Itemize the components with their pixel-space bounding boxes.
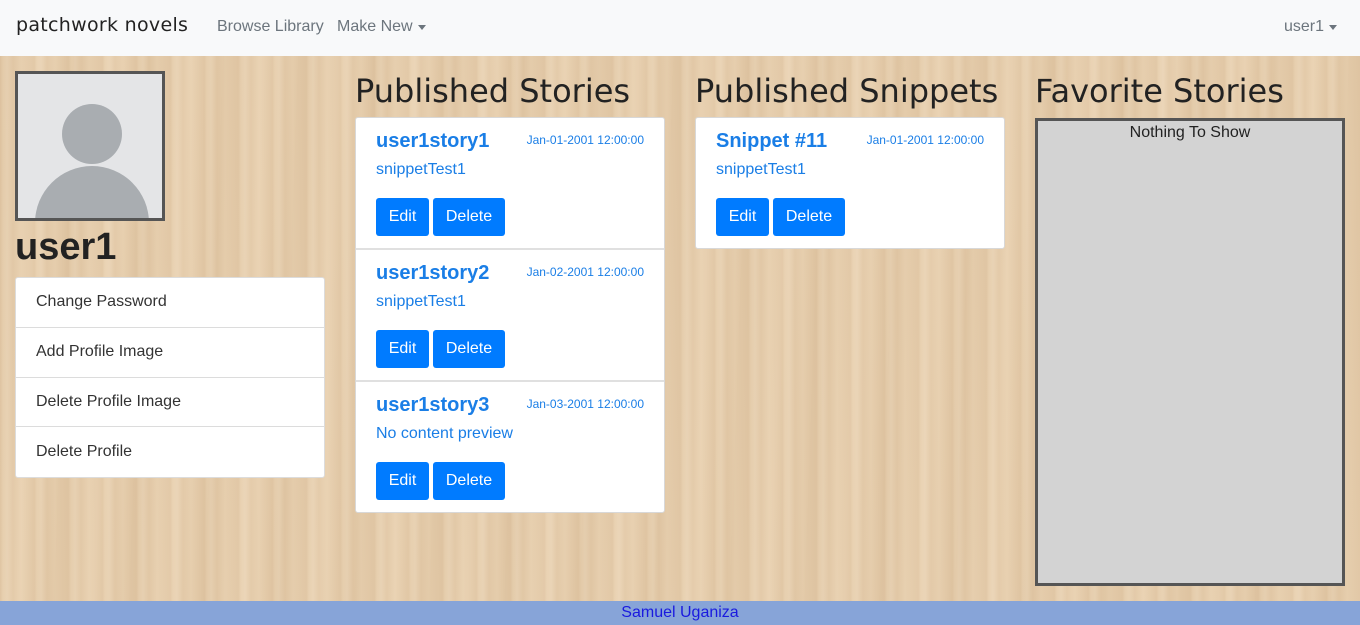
nav-make-new-dropdown[interactable]: Make New [337, 18, 426, 36]
story-preview-link[interactable]: snippetTest1 [376, 161, 466, 179]
snippet-card: Snippet #11 Jan-01-2001 12:00:00 snippet… [696, 118, 1004, 250]
change-password-link[interactable]: Change Password [16, 278, 324, 328]
navbar: patchwork novels Browse Library Make New… [0, 0, 1360, 56]
footer-author-link[interactable]: Samuel Uganiza [621, 604, 738, 621]
caret-down-icon [1329, 25, 1338, 30]
delete-button[interactable]: Delete [433, 198, 505, 236]
snippets-list: Snippet #11 Jan-01-2001 12:00:00 snippet… [695, 117, 1005, 249]
delete-button[interactable]: Delete [433, 462, 505, 500]
story-date: Jan-02-2001 12:00:00 [526, 265, 644, 279]
story-preview-link[interactable]: No content preview [376, 425, 513, 443]
user-menu-dropdown[interactable]: user1 [1284, 18, 1338, 36]
nav-browse-library[interactable]: Browse Library [217, 18, 324, 36]
profile-actions-list: Change Password Add Profile Image Delete… [15, 277, 325, 478]
story-title-link[interactable]: user1story2 [376, 262, 489, 285]
avatar [15, 71, 165, 221]
story-date: Jan-03-2001 12:00:00 [526, 397, 644, 411]
brand-logo[interactable]: patchwork novels [16, 14, 188, 36]
caret-down-icon [417, 25, 426, 30]
profile-username: user1 [15, 226, 117, 268]
avatar-placeholder-body [35, 166, 149, 218]
snippet-date: Jan-01-2001 12:00:00 [866, 133, 984, 147]
story-card: user1story3 Jan-03-2001 12:00:00 No cont… [356, 382, 664, 514]
story-date: Jan-01-2001 12:00:00 [526, 133, 644, 147]
footer: Samuel Uganiza [0, 601, 1360, 625]
list-item-label: Add Profile Image [36, 343, 164, 361]
favorite-stories-heading: Favorite Stories [1035, 72, 1284, 110]
list-item-label: Delete Profile [36, 443, 133, 461]
stories-list: user1story1 Jan-01-2001 12:00:00 snippet… [355, 117, 665, 513]
published-stories-heading: Published Stories [355, 72, 631, 110]
edit-button[interactable]: Edit [376, 330, 429, 368]
edit-button[interactable]: Edit [716, 198, 769, 236]
add-profile-image-link[interactable]: Add Profile Image [16, 328, 324, 378]
story-card: user1story1 Jan-01-2001 12:00:00 snippet… [356, 118, 664, 250]
snippet-title-link[interactable]: Snippet #11 [716, 130, 827, 153]
empty-state-text: Nothing To Show [1129, 124, 1251, 141]
favorite-stories-panel: Nothing To Show [1035, 118, 1345, 586]
story-title-link[interactable]: user1story3 [376, 394, 489, 417]
story-title-link[interactable]: user1story1 [376, 130, 489, 153]
story-preview-link[interactable]: snippetTest1 [376, 293, 466, 311]
list-item-label: Delete Profile Image [36, 392, 181, 410]
nav-browse-library-label: Browse Library [217, 18, 324, 35]
avatar-placeholder-head [62, 104, 122, 164]
edit-button[interactable]: Edit [376, 462, 429, 500]
list-item-label: Change Password [36, 293, 167, 311]
delete-button[interactable]: Delete [433, 330, 505, 368]
delete-profile-link[interactable]: Delete Profile [16, 427, 324, 477]
nav-make-new-label: Make New [337, 18, 413, 35]
delete-button[interactable]: Delete [773, 198, 845, 236]
user-menu-label: user1 [1284, 18, 1325, 35]
story-card: user1story2 Jan-02-2001 12:00:00 snippet… [356, 250, 664, 382]
snippet-preview-link[interactable]: snippetTest1 [716, 161, 806, 179]
edit-button[interactable]: Edit [376, 198, 429, 236]
delete-profile-image-link[interactable]: Delete Profile Image [16, 378, 324, 428]
published-snippets-heading: Published Snippets [695, 72, 999, 110]
